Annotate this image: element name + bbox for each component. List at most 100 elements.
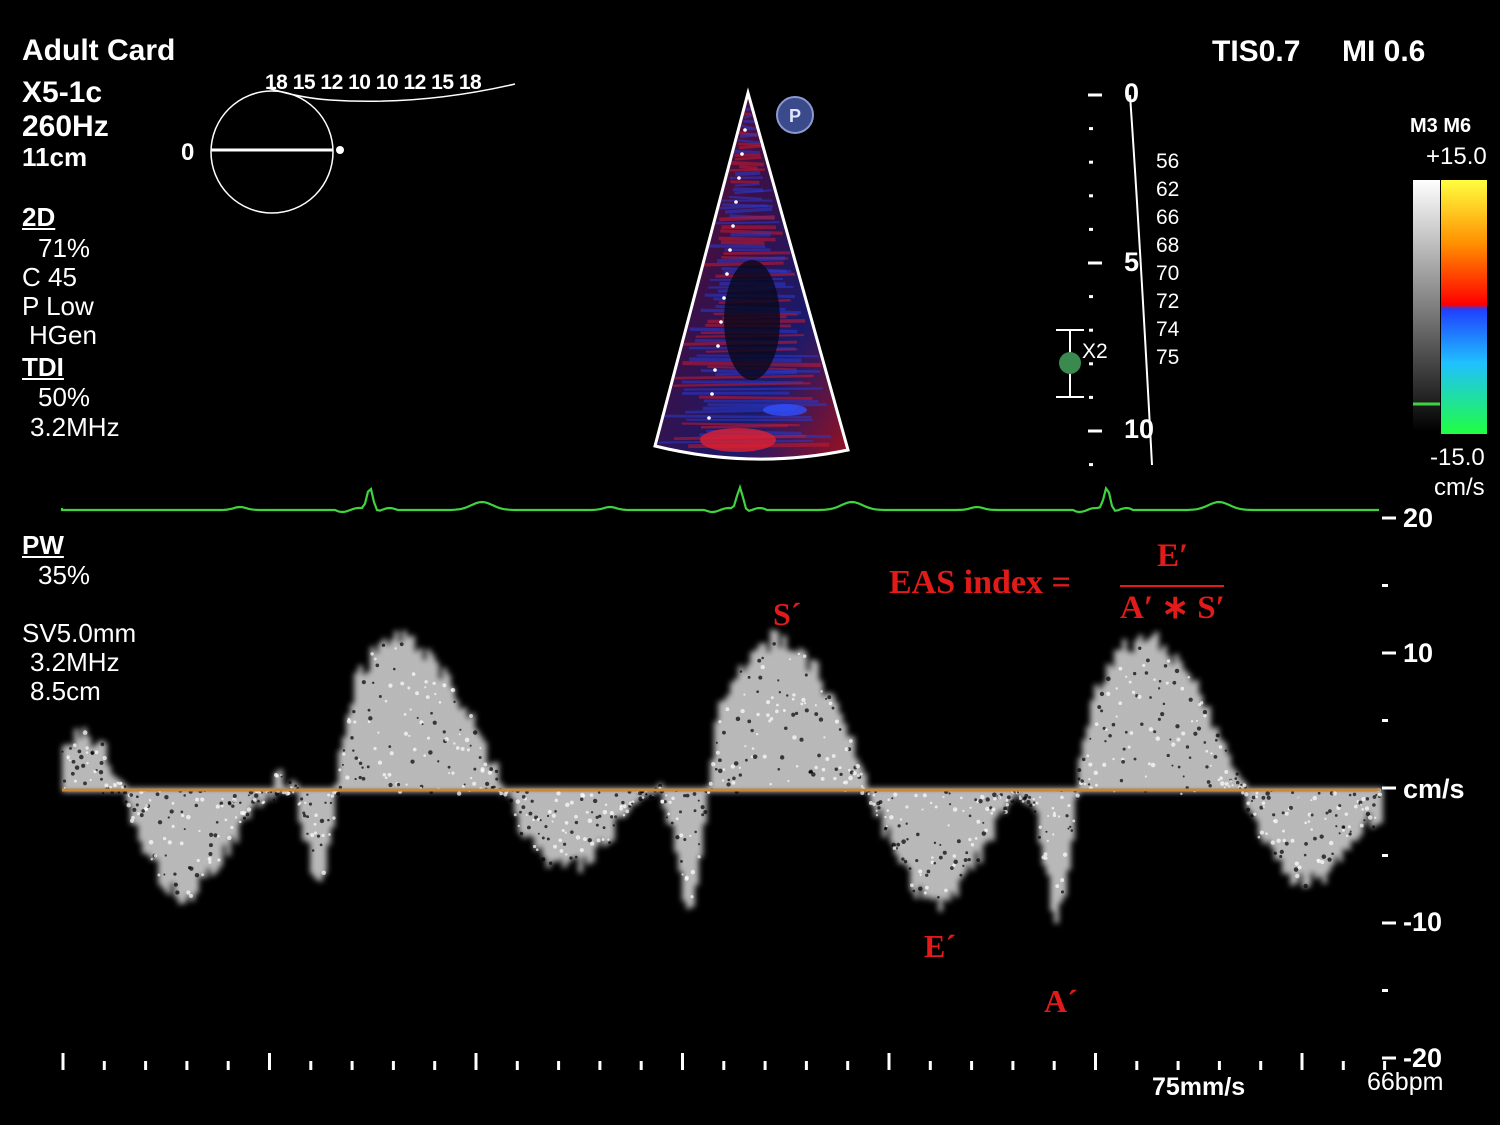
spectrum-speckle xyxy=(1276,838,1281,843)
spectrum-speckle xyxy=(464,737,470,743)
spectrum-speckle xyxy=(132,807,137,812)
a-wave-label: A´ xyxy=(1044,983,1078,1019)
spectrum-speckle xyxy=(562,842,567,846)
spectrum-speckle xyxy=(1138,646,1142,650)
spectrum-speckle xyxy=(358,758,361,761)
spectrum-speckle xyxy=(1028,803,1033,808)
spectrum-speckle xyxy=(358,761,363,766)
spectrum-speckle xyxy=(1281,811,1285,815)
spectrum-speckle xyxy=(924,885,929,890)
spectrum-speckle xyxy=(403,731,409,736)
spectrum-speckle xyxy=(1359,823,1364,828)
spectrum-speckle xyxy=(1147,762,1151,766)
spectrum-speckle xyxy=(1209,764,1212,767)
spectrum-speckle xyxy=(792,735,797,740)
spectrum-speckle xyxy=(1153,730,1157,734)
spectrum-speckle xyxy=(948,803,952,806)
spectrum-speckle xyxy=(891,797,894,800)
spectrum-speckle xyxy=(974,798,978,802)
spectrum-speckle xyxy=(342,749,346,752)
color-velocity-bar xyxy=(1413,180,1487,434)
spectrum-speckle xyxy=(1174,668,1180,674)
spectrum-speckle xyxy=(1241,791,1245,795)
formula-numerator: E′ xyxy=(1157,538,1189,574)
spectrum-speckle xyxy=(602,809,608,815)
spectrum-speckle xyxy=(1104,740,1107,743)
spectrum-speckle xyxy=(867,792,870,796)
spectrum-speckle xyxy=(536,817,540,822)
spectrum-speckle xyxy=(1255,795,1259,799)
spectrum-speckle xyxy=(1231,784,1234,787)
spectrum-speckle xyxy=(1246,801,1251,806)
spectrum-speckle xyxy=(314,813,318,818)
pw-gate-marker[interactable] xyxy=(1056,329,1084,398)
spectrum-speckle xyxy=(157,820,163,825)
spectrum-speckle xyxy=(1279,849,1284,854)
sector-speckle xyxy=(730,180,760,184)
spectrum-speckle xyxy=(1242,783,1247,788)
mode-2d-persistence: P Low xyxy=(22,291,94,321)
sector-speckle xyxy=(683,387,823,391)
spectrum-speckle xyxy=(689,834,692,838)
preset-label: Adult Card xyxy=(22,34,176,67)
spectrum-speckle xyxy=(61,750,64,753)
spectrum-speckle xyxy=(221,797,224,801)
spectrum-speckle xyxy=(715,750,720,755)
spectrum-speckle xyxy=(86,761,89,765)
spectrum-speckle xyxy=(614,793,619,797)
spectrum-speckle xyxy=(1115,715,1118,718)
spectrum-speckle xyxy=(148,839,154,845)
spectrum-speckle xyxy=(424,686,427,689)
spectrum-speckle xyxy=(1374,816,1377,819)
spectrum-speckle xyxy=(1223,786,1226,789)
spectrum-speckle xyxy=(294,784,298,788)
mode-2d-gain: 71% xyxy=(38,233,91,263)
spectrum-speckle xyxy=(1129,731,1134,735)
spectrum-speckle xyxy=(442,730,446,734)
spectrum-speckle xyxy=(89,778,92,782)
spectrum-speckle xyxy=(791,697,795,701)
depth-number: 62 xyxy=(1156,178,1180,201)
e-wave-label: E´ xyxy=(924,928,956,964)
spectrum-speckle xyxy=(234,816,238,819)
mode-tdi-label: TDI xyxy=(22,352,64,382)
spectrum-speckle xyxy=(680,859,683,863)
spectrum-speckle xyxy=(612,824,615,827)
spectrum-speckle xyxy=(1265,791,1270,796)
spectrum-speckle xyxy=(352,709,356,714)
spectrum-speckle xyxy=(580,792,585,798)
spectrum-speckle xyxy=(825,697,828,700)
spectrum-speckle xyxy=(1171,742,1176,747)
spectrum-speckle xyxy=(738,773,743,777)
spectrum-speckle xyxy=(1217,778,1221,782)
spectrum-speckle xyxy=(631,802,634,805)
spectrum-speckle xyxy=(938,855,943,860)
spectrum-speckle xyxy=(893,792,898,797)
spectrum-speckle xyxy=(681,873,684,876)
spectrum-speckle xyxy=(1262,805,1265,808)
spectrum-speckle xyxy=(541,836,545,840)
spectrum-speckle xyxy=(970,842,975,847)
spectrum-speckle xyxy=(1035,801,1039,805)
spectrum-speckle xyxy=(956,839,961,844)
spectrum-speckle xyxy=(942,795,945,798)
spectrum-speckle xyxy=(1228,785,1231,788)
spectrum-speckle xyxy=(910,883,914,888)
spectrum-speckle xyxy=(800,702,804,706)
cursor-dot xyxy=(743,128,747,132)
orientation-angle: 0 xyxy=(181,139,195,166)
spectrum-speckle xyxy=(731,780,736,785)
spectrum-speckle xyxy=(70,771,75,776)
spectrum-speckle xyxy=(814,704,817,707)
spectrum-speckle xyxy=(388,683,393,688)
spectrum-speckle xyxy=(85,751,89,754)
spectrum-speckle xyxy=(100,742,105,747)
spectrum-speckle xyxy=(245,812,250,817)
spectrum-speckle xyxy=(167,816,170,819)
spectrum-speckle xyxy=(1348,832,1352,836)
spectrum-speckle xyxy=(254,793,259,798)
spectrum-speckle xyxy=(1317,791,1321,795)
spectrum-speckle xyxy=(1093,770,1099,776)
spectrum-speckle xyxy=(167,840,172,845)
spectrum-speckle xyxy=(1105,728,1108,731)
